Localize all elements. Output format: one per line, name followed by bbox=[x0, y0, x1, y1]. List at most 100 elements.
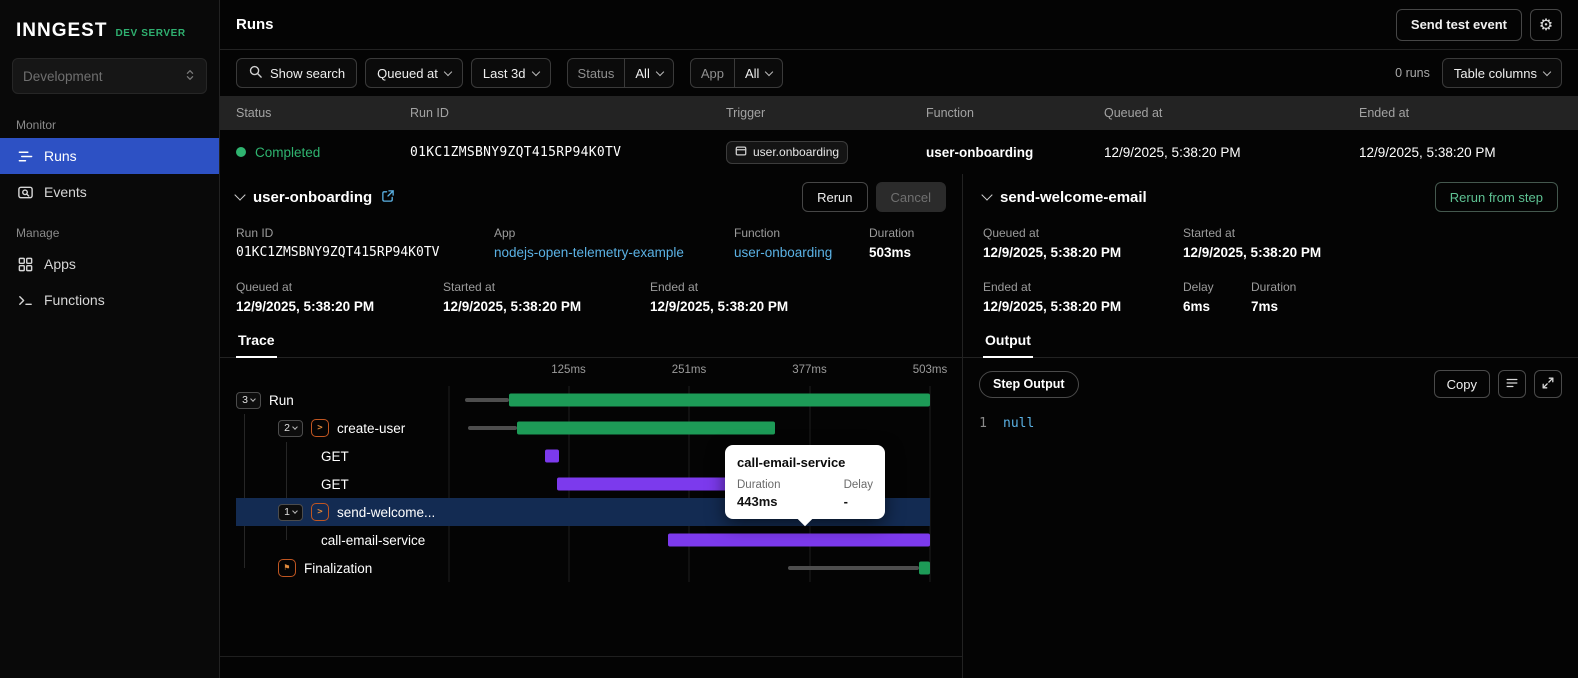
trace-row[interactable]: 2 > create-user bbox=[236, 414, 930, 442]
queued-at-dropdown[interactable]: Queued at bbox=[365, 58, 463, 88]
status-filter[interactable]: Status All bbox=[566, 58, 674, 88]
trace-row[interactable]: call-email-service bbox=[236, 526, 930, 554]
runs-icon bbox=[16, 147, 34, 165]
trace-span-name: Finalization bbox=[304, 560, 373, 576]
environment-select-value: Development bbox=[23, 68, 103, 84]
app-filter-label: App bbox=[700, 65, 724, 81]
column-run-id: Run ID bbox=[410, 106, 449, 120]
ended-at-value: 12/9/2025, 5:38:20 PM bbox=[650, 299, 789, 314]
ended-at-cell: 12/9/2025, 5:38:20 PM bbox=[1359, 144, 1496, 160]
trace-row-label: GET bbox=[236, 470, 449, 498]
step-title: send-welcome-email bbox=[1000, 188, 1147, 206]
trigger-badge[interactable]: user.onboarding bbox=[726, 140, 849, 164]
collapse-count-badge[interactable]: 2 bbox=[278, 419, 303, 437]
apps-icon bbox=[16, 255, 34, 273]
sidebar-item-apps[interactable]: Apps bbox=[0, 246, 219, 282]
axis-tick-label: 377ms bbox=[792, 364, 827, 376]
step-started-label: Started at bbox=[1183, 226, 1236, 240]
expand-button[interactable] bbox=[1534, 370, 1562, 398]
collapse-chevron-icon[interactable] bbox=[234, 188, 246, 201]
run-id-value: 01KC1ZMSBNY9ZQT415RP94K0TV bbox=[236, 245, 440, 260]
step-duration-value: 7ms bbox=[1251, 299, 1279, 314]
queued-at-label: Queued at bbox=[236, 280, 293, 294]
function-cell: user-onboarding bbox=[926, 144, 1034, 160]
table-header: Status Run ID Trigger Function Queued at… bbox=[220, 96, 1578, 130]
monitor-section-label: Monitor bbox=[16, 118, 57, 132]
function-link[interactable]: user-onboarding bbox=[734, 245, 861, 260]
line-number: 1 bbox=[979, 416, 987, 431]
updown-chevron-icon bbox=[184, 68, 196, 85]
trace-queue-line bbox=[465, 398, 510, 402]
rerun-from-step-button[interactable]: Rerun from step bbox=[1434, 182, 1558, 212]
ended-at-label: Ended at bbox=[650, 280, 699, 294]
trace-row[interactable]: GET bbox=[236, 442, 930, 470]
settings-button[interactable]: ⚙ bbox=[1530, 8, 1562, 41]
chevron-down-icon bbox=[1542, 67, 1552, 76]
trace-row[interactable]: 1 > send-welcome... bbox=[236, 498, 930, 526]
external-link-icon[interactable] bbox=[381, 189, 395, 206]
trace-span-bar bbox=[557, 477, 744, 491]
tab-output[interactable]: Output bbox=[983, 328, 1033, 358]
table-columns-dropdown[interactable]: Table columns bbox=[1441, 58, 1562, 88]
tab-trace[interactable]: Trace bbox=[236, 328, 277, 358]
output-value: null bbox=[1003, 416, 1035, 431]
page-title: Runs bbox=[236, 16, 274, 33]
wrap-lines-button[interactable] bbox=[1498, 370, 1526, 398]
collapse-count-badge[interactable]: 3 bbox=[236, 391, 261, 409]
step-delay-value: 6ms bbox=[1183, 299, 1211, 314]
sidebar-item-events[interactable]: Events bbox=[0, 174, 219, 210]
queued-at-value: 12/9/2025, 5:38:20 PM bbox=[236, 299, 375, 314]
chevron-down-icon bbox=[531, 67, 540, 76]
step-duration-label: Duration bbox=[1251, 280, 1297, 294]
sidebar-item-label: Events bbox=[44, 184, 87, 200]
time-range-label: Last 3d bbox=[482, 65, 526, 81]
collapse-count-badge[interactable]: 1 bbox=[278, 503, 303, 521]
run-panel-footer bbox=[220, 656, 962, 678]
topbar: Runs Send test event ⚙ bbox=[220, 0, 1578, 50]
trace-row[interactable]: ⚑ Finalization bbox=[236, 554, 930, 582]
step-ended-label: Ended at bbox=[983, 280, 1032, 294]
chevron-down-icon bbox=[443, 67, 453, 76]
run-id-cell: 01KC1ZMSBNY9ZQT415RP94K0TV bbox=[410, 144, 622, 160]
step-detail-panel: send-welcome-email Rerun from step Queue… bbox=[963, 174, 1578, 678]
sidebar-item-functions[interactable]: Functions bbox=[0, 282, 219, 318]
trigger-label: user.onboarding bbox=[753, 145, 840, 159]
trace-span-name: GET bbox=[321, 476, 349, 492]
column-queued-at: Queued at bbox=[1104, 106, 1163, 120]
trace-span-bar bbox=[509, 393, 930, 407]
started-at-value: 12/9/2025, 5:38:20 PM bbox=[443, 299, 582, 314]
collapse-chevron-icon[interactable] bbox=[981, 188, 993, 201]
step-output-badge[interactable]: Step Output bbox=[979, 370, 1079, 398]
rerun-button[interactable]: Rerun bbox=[802, 182, 868, 212]
run-detail-panel: user-onboarding Rerun Cancel Run ID 01KC… bbox=[220, 174, 963, 678]
event-icon bbox=[735, 145, 747, 160]
sidebar-item-runs[interactable]: Runs bbox=[0, 138, 219, 174]
step-queued-label: Queued at bbox=[983, 226, 1040, 240]
trace-row[interactable]: GET bbox=[236, 470, 930, 498]
sidebar-item-label: Apps bbox=[44, 256, 76, 272]
trace-row-label: call-email-service bbox=[236, 526, 449, 554]
trace-span-bar bbox=[544, 449, 559, 463]
copy-button[interactable]: Copy bbox=[1433, 370, 1490, 398]
events-icon bbox=[16, 183, 34, 201]
trace-waterfall: 125ms 251ms 377ms 503ms 3 Run 2 > create-user GE… bbox=[220, 358, 962, 656]
chevron-down-icon bbox=[765, 67, 774, 76]
trace-row-chart bbox=[449, 498, 930, 526]
time-range-dropdown[interactable]: Last 3d bbox=[470, 58, 551, 88]
trace-row[interactable]: 3 Run bbox=[236, 386, 930, 414]
status-filter-label: Status bbox=[577, 65, 615, 81]
axis-tick-label: 503ms bbox=[912, 364, 948, 376]
chevron-down-icon bbox=[292, 508, 298, 514]
environment-select[interactable]: Development bbox=[12, 58, 207, 94]
show-search-button[interactable]: Show search bbox=[236, 58, 358, 88]
column-ended-at: Ended at bbox=[1359, 106, 1410, 120]
chevron-down-icon bbox=[250, 396, 256, 402]
sidebar-item-label: Functions bbox=[44, 292, 105, 308]
table-row[interactable]: Completed 01KC1ZMSBNY9ZQT415RP94K0TV use… bbox=[220, 130, 1578, 174]
app-link[interactable]: nodejs-open-telemetry-example bbox=[494, 245, 726, 260]
app-filter[interactable]: App All bbox=[689, 58, 784, 88]
send-test-event-button[interactable]: Send test event bbox=[1395, 8, 1522, 41]
trace-body: 3 Run 2 > create-user GET GET 1 > send-welcome...… bbox=[236, 386, 931, 582]
run-id-label: Run ID bbox=[236, 226, 274, 240]
cancel-button[interactable]: Cancel bbox=[875, 182, 946, 212]
